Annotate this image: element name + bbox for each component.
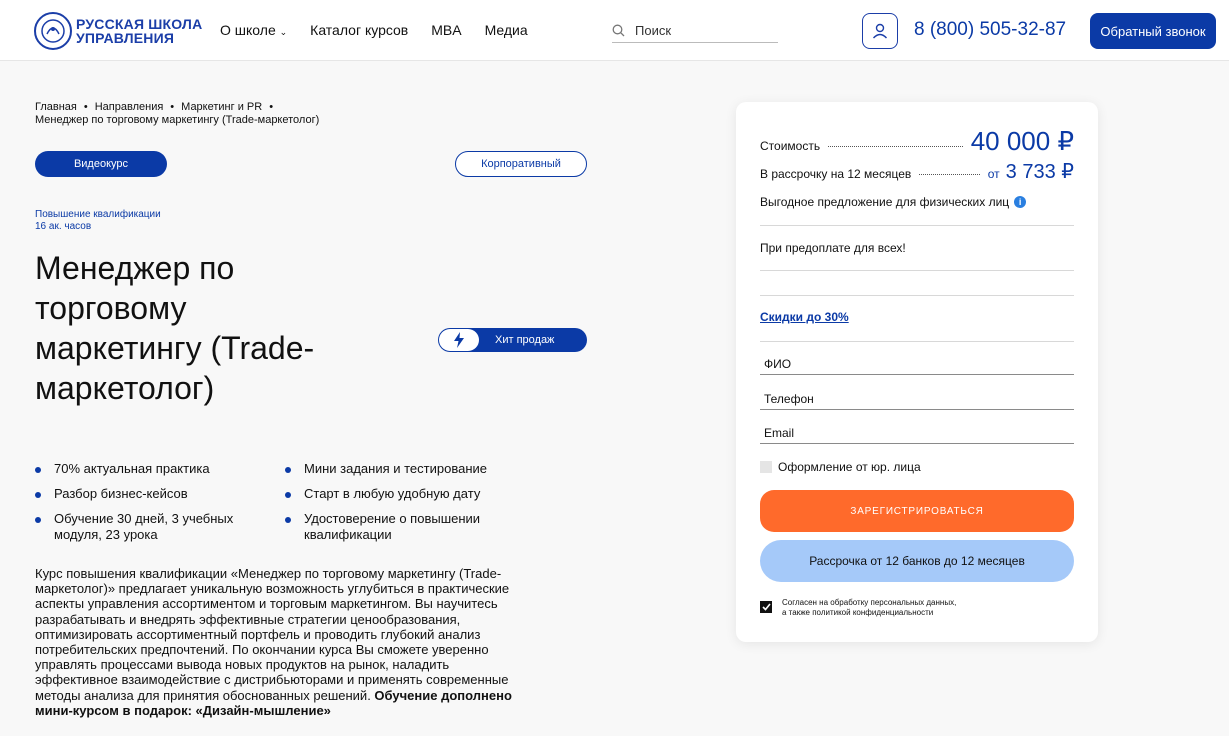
nav-catalog[interactable]: Каталог курсов	[310, 22, 408, 38]
divider	[760, 225, 1074, 226]
course-hours: 16 ак. часов	[35, 221, 92, 232]
user-account-button[interactable]	[862, 13, 898, 49]
legal-entity-label: Оформление от юр. лица	[778, 460, 921, 474]
list-item: Удостоверение о повышении квалификации	[285, 511, 535, 543]
consent-line1: Согласен на обработку персональных данны…	[782, 598, 957, 607]
breadcrumb-separator: •	[269, 101, 274, 113]
course-type: Повышение квалификации	[35, 209, 161, 220]
breadcrumb-home[interactable]: Главная	[35, 101, 77, 113]
tag-corporate[interactable]: Корпоративный	[455, 151, 587, 177]
lightning-icon	[439, 329, 479, 351]
page-title: Менеджер по торговому маркетингу (Trade-…	[35, 250, 315, 406]
price-value: 40 000 ₽	[970, 126, 1074, 156]
breadcrumb-separator: •	[83, 101, 88, 113]
bullet-icon	[285, 517, 291, 523]
hit-badge: Хит продаж	[438, 328, 587, 352]
pricing-card: Стоимость 40 000 ₽ В рассрочку на 12 мес…	[736, 102, 1098, 642]
bullet-icon	[35, 492, 41, 498]
prepay-note: При предоплате для всех!	[760, 241, 906, 255]
installment-row: В рассрочку на 12 месяцев от 3 733 ₽	[760, 159, 1074, 184]
breadcrumb: Главная • Направления • Маркетинг и PR • Мене…	[35, 101, 319, 127]
list-item: Разбор бизнес-кейсов	[35, 486, 285, 502]
chevron-down-icon: ⌄	[279, 27, 288, 37]
dotted-leader	[919, 174, 980, 175]
divider	[760, 270, 1074, 271]
list-item: Обучение 30 дней, 3 учебных модуля, 23 у…	[35, 511, 285, 543]
bullet-icon	[35, 467, 41, 473]
logo-text: РУССКАЯ ШКОЛА УПРАВЛЕНИЯ	[76, 17, 202, 45]
course-meta: Повышение квалификации 16 ак. часов	[35, 209, 161, 233]
tag-video-course[interactable]: Видеокурс	[35, 151, 167, 177]
register-button[interactable]: ЗАРЕГИСТРИРОВАТЬСЯ	[760, 490, 1074, 532]
logo-line1: РУССКАЯ ШКОЛА	[76, 16, 203, 32]
list-item: 70% актуальная практика	[35, 461, 285, 477]
checkbox-unchecked[interactable]	[760, 461, 772, 473]
checkmark-icon[interactable]	[760, 601, 772, 613]
user-icon	[872, 23, 888, 39]
site-header: РУССКАЯ ШКОЛА УПРАВЛЕНИЯ О школе ⌄ Катал…	[0, 0, 1229, 61]
bullet-icon	[285, 492, 291, 498]
installment-button[interactable]: Рассрочка от 12 банков до 12 месяцев	[760, 540, 1074, 582]
bullet-icon	[285, 467, 291, 473]
main-nav: О школе ⌄ Каталог курсов MBA Медиа	[220, 22, 528, 38]
divider	[760, 341, 1074, 342]
logo-emblem-icon	[34, 12, 72, 50]
price-label: Стоимость	[760, 139, 821, 153]
divider	[760, 295, 1074, 296]
search-input[interactable]: Поиск	[612, 18, 778, 43]
discount-link[interactable]: Скидки до 30%	[760, 310, 849, 324]
price-row: Стоимость 40 000 ₽	[760, 126, 1074, 157]
feature-list: 70% актуальная практика Мини задания и т…	[35, 461, 535, 543]
phone-number[interactable]: 8 (800) 505-32-87	[914, 19, 1066, 41]
legal-entity-checkbox[interactable]: Оформление от юр. лица	[760, 460, 921, 474]
list-item: Мини задания и тестирование	[285, 461, 535, 477]
search-icon	[612, 24, 625, 36]
consent-checkbox[interactable]: Согласен на обработку персональных данны…	[760, 598, 956, 618]
search-placeholder: Поиск	[635, 22, 672, 38]
breadcrumb-directions[interactable]: Направления	[95, 101, 164, 113]
installment-prefix: от	[987, 167, 1000, 181]
installment-label: В рассрочку на 12 месяцев	[760, 167, 912, 181]
breadcrumb-separator: •	[170, 101, 175, 113]
callback-button[interactable]: Обратный звонок	[1090, 13, 1216, 49]
nav-about[interactable]: О школе ⌄	[220, 22, 287, 38]
dotted-leader	[828, 146, 963, 147]
offer-note: Выгодное предложение для физических лиц …	[760, 195, 1027, 209]
nav-media[interactable]: Медиа	[485, 22, 528, 38]
breadcrumb-current: Менеджер по торговому маркетингу (Trade-…	[35, 114, 320, 126]
logo-line2: УПРАВЛЕНИЯ	[76, 30, 175, 46]
logo[interactable]: РУССКАЯ ШКОЛА УПРАВЛЕНИЯ	[34, 12, 202, 50]
name-field[interactable]: ФИО	[760, 347, 1074, 375]
list-item: Старт в любую удобную дату	[285, 486, 535, 502]
hit-label: Хит продаж	[495, 334, 555, 346]
privacy-policy-link[interactable]: а также политикой конфиденциальности	[782, 608, 956, 618]
breadcrumb-marketing[interactable]: Маркетинг и PR	[181, 101, 262, 113]
phone-field[interactable]: Телефон	[760, 382, 1074, 410]
nav-mba[interactable]: MBA	[431, 22, 461, 38]
installment-price: 3 733 ₽	[1005, 161, 1074, 183]
course-description: Курс повышения квалификации «Менеджер по…	[35, 566, 512, 718]
bullet-icon	[35, 517, 41, 523]
email-field[interactable]: Email	[760, 416, 1074, 444]
info-icon[interactable]: i	[1014, 196, 1027, 208]
